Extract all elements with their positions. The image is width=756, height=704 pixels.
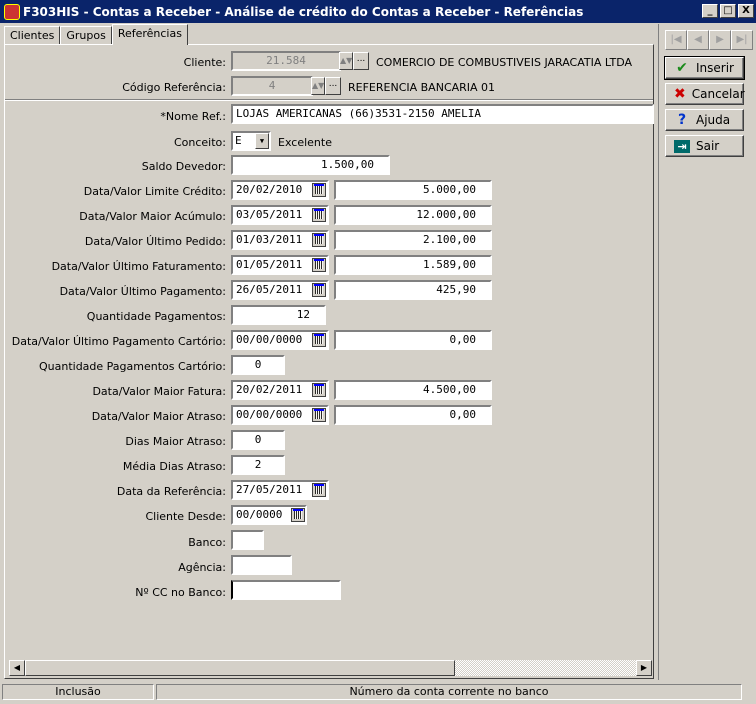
minimize-button[interactable]: _ bbox=[702, 4, 718, 18]
calendar-icon[interactable] bbox=[312, 333, 326, 347]
cliente-code-field[interactable]: 21.584 bbox=[231, 51, 341, 71]
scroll-left-button[interactable]: ◀ bbox=[9, 660, 25, 676]
conceito-select[interactable]: E ▼ bbox=[231, 131, 271, 151]
conceito-label: Conceito: bbox=[173, 136, 226, 149]
banco-input[interactable] bbox=[231, 530, 264, 550]
tab-clientes[interactable]: Clientes bbox=[4, 26, 61, 44]
qtd-input[interactable]: 12 bbox=[231, 305, 326, 325]
acumulo-label: Data/Valor Maior Acúmulo: bbox=[79, 210, 226, 223]
tab-referencias[interactable]: Referências bbox=[111, 24, 188, 45]
nome-label: *Nome Ref.: bbox=[160, 110, 226, 123]
fatur-value-input[interactable]: 1.589,00 bbox=[334, 255, 492, 275]
calendar-icon[interactable] bbox=[291, 508, 305, 522]
check-icon: ✔ bbox=[676, 60, 688, 76]
inserir-label: Inserir bbox=[696, 61, 734, 75]
calendar-icon[interactable] bbox=[312, 483, 326, 497]
limite-label: Data/Valor Limite Crédito: bbox=[83, 185, 226, 198]
acumulo-value-input[interactable]: 12.000,00 bbox=[334, 205, 492, 225]
saldo-label: Saldo Devedor: bbox=[141, 160, 226, 173]
ajuda-button[interactable]: ? Ajuda bbox=[665, 109, 744, 131]
divider bbox=[5, 99, 653, 101]
sair-label: Sair bbox=[696, 139, 720, 153]
cancelar-button[interactable]: ✖ Cancelar bbox=[665, 83, 745, 105]
media-label: Média Dias Atraso: bbox=[122, 460, 226, 473]
cliente-label: Cliente: bbox=[183, 56, 226, 69]
maiorfat-label: Data/Valor Maior Fatura: bbox=[92, 385, 226, 398]
status-bar: Inclusão Número da conta corrente no ban… bbox=[0, 682, 756, 704]
cartorio-value-input[interactable]: 0,00 bbox=[334, 330, 492, 350]
cc-label: Nº CC no Banco: bbox=[135, 586, 226, 599]
nome-ref-input[interactable]: LOJAS AMERICANAS (66)3531-2150 AMELIA bbox=[231, 104, 654, 124]
chevron-down-icon[interactable]: ▼ bbox=[255, 133, 269, 149]
prev-record-icon[interactable]: ◀ bbox=[687, 30, 709, 50]
saldo-input[interactable]: 1.500,00 bbox=[231, 155, 390, 175]
scroll-right-button[interactable]: ▶ bbox=[636, 660, 652, 676]
qtdcart-input[interactable]: 0 bbox=[231, 355, 285, 375]
calendar-icon[interactable] bbox=[312, 233, 326, 247]
cliente-lookup-button[interactable]: ... bbox=[353, 52, 369, 70]
tab-grupos[interactable]: Grupos bbox=[60, 26, 112, 44]
inserir-button[interactable]: ✔ Inserir bbox=[664, 56, 745, 80]
pagto-value-input[interactable]: 425,90 bbox=[334, 280, 492, 300]
calendar-icon[interactable] bbox=[312, 383, 326, 397]
ajuda-label: Ajuda bbox=[696, 113, 731, 127]
first-record-icon[interactable]: |◀ bbox=[665, 30, 687, 50]
exit-icon: ⇥ bbox=[674, 139, 690, 153]
calendar-icon[interactable] bbox=[312, 283, 326, 297]
codref-code-field[interactable]: 4 bbox=[231, 76, 313, 96]
cliente-spin[interactable]: ▲▼ bbox=[339, 52, 353, 70]
limite-value-input[interactable]: 5.000,00 bbox=[334, 180, 492, 200]
status-hint: Número da conta corrente no banco bbox=[156, 684, 742, 700]
conceito-desc: Excelente bbox=[278, 136, 332, 149]
app-icon bbox=[4, 3, 20, 20]
horizontal-scrollbar[interactable]: ◀ ▶ bbox=[9, 660, 652, 676]
maximize-button[interactable]: □ bbox=[720, 4, 736, 18]
calendar-icon[interactable] bbox=[312, 258, 326, 272]
conceito-value: E bbox=[235, 134, 242, 147]
cliente-name: COMERCIO DE COMBUSTIVEIS JARACATIA LTDA bbox=[376, 56, 633, 69]
window-title: F303HIS - Contas a Receber - Análise de … bbox=[23, 4, 584, 19]
close-button[interactable]: X bbox=[738, 4, 754, 18]
maiorfat-value-input[interactable]: 4.500,00 bbox=[334, 380, 492, 400]
atraso-value-input[interactable]: 0,00 bbox=[334, 405, 492, 425]
next-record-icon[interactable]: ▶ bbox=[709, 30, 731, 50]
desde-label: Cliente Desde: bbox=[145, 510, 226, 523]
media-input[interactable]: 2 bbox=[231, 455, 285, 475]
status-mode: Inclusão bbox=[2, 684, 154, 700]
qtd-label: Quantidade Pagamentos: bbox=[86, 310, 226, 323]
fatur-label: Data/Valor Último Faturamento: bbox=[51, 260, 226, 273]
scroll-thumb[interactable] bbox=[25, 660, 455, 676]
codref-label: Código Referência: bbox=[122, 81, 226, 94]
last-record-icon[interactable]: ▶| bbox=[731, 30, 753, 50]
codref-spin[interactable]: ▲▼ bbox=[311, 77, 325, 95]
banco-label: Banco: bbox=[188, 536, 226, 549]
pedido-value-input[interactable]: 2.100,00 bbox=[334, 230, 492, 250]
agencia-input[interactable] bbox=[231, 555, 292, 575]
x-icon: ✖ bbox=[674, 86, 686, 102]
agencia-label: Agência: bbox=[178, 561, 226, 574]
question-icon: ? bbox=[677, 112, 687, 128]
codref-name: REFERENCIA BANCARIA 01 bbox=[348, 81, 496, 94]
dias-label: Dias Maior Atraso: bbox=[125, 435, 226, 448]
pagto-label: Data/Valor Último Pagamento: bbox=[59, 285, 226, 298]
calendar-icon[interactable] bbox=[312, 183, 326, 197]
codref-lookup-button[interactable]: ... bbox=[325, 77, 341, 95]
calendar-icon[interactable] bbox=[312, 208, 326, 222]
tab-bar: Clientes Grupos Referências bbox=[4, 24, 188, 45]
cartorio-label: Data/Valor Último Pagamento Cartório: bbox=[11, 335, 226, 348]
cancelar-label: Cancelar bbox=[691, 87, 745, 101]
sair-button[interactable]: ⇥ Sair bbox=[665, 135, 744, 157]
dias-input[interactable]: 0 bbox=[231, 430, 285, 450]
title-bar: F303HIS - Contas a Receber - Análise de … bbox=[0, 0, 756, 23]
dataref-label: Data da Referência: bbox=[116, 485, 226, 498]
qtdcart-label: Quantidade Pagamentos Cartório: bbox=[38, 360, 226, 373]
record-navigator: |◀ ◀ ▶ ▶| bbox=[665, 30, 753, 50]
calendar-icon[interactable] bbox=[312, 408, 326, 422]
atraso-label: Data/Valor Maior Atraso: bbox=[91, 410, 226, 423]
cc-input[interactable] bbox=[231, 580, 341, 600]
pedido-label: Data/Valor Último Pedido: bbox=[84, 235, 226, 248]
